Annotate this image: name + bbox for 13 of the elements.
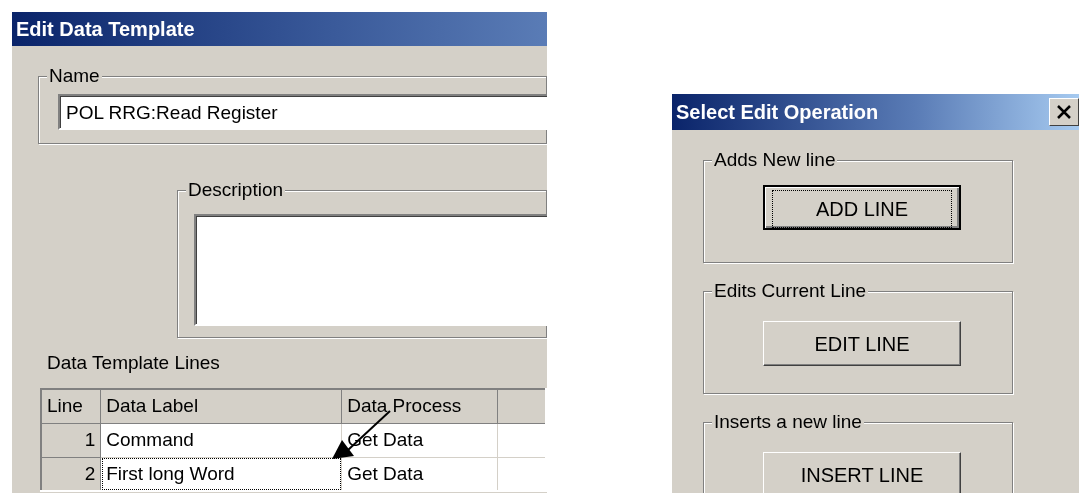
row-number: 2 [41,457,101,491]
column-header[interactable]: Line [41,389,101,423]
column-header[interactable]: Data Process [341,389,498,423]
name-field[interactable]: POL RRG:Read Register [58,94,547,130]
action-button[interactable]: INSERT LINE [763,452,961,493]
window-title: Edit Data Template [12,12,547,46]
column-header[interactable]: Data Label [100,389,342,423]
section-label: Data Template Lines [47,351,221,375]
window-title: Select Edit Operation [676,100,879,125]
table-cell: First long Word [100,457,342,491]
row-number: 1 [41,423,101,457]
action-button[interactable]: ADD LINE [763,185,961,230]
action-button[interactable]: EDIT LINE [763,321,961,366]
